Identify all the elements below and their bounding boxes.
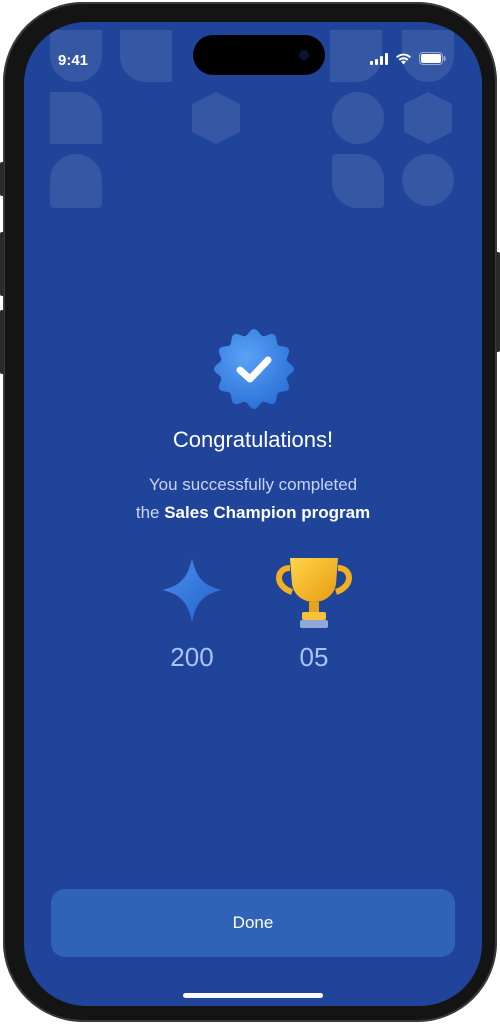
subtitle-line-2: the Sales Champion program [24,499,482,527]
completion-message: You successfully completed the Sales Cha… [24,471,482,527]
signal-icon [370,52,388,65]
power-button [496,252,500,352]
trophies-value: 05 [299,642,329,672]
sparkle-star-icon [162,558,222,622]
trophy-icon [276,558,352,628]
status-time: 9:41 [58,52,89,69]
dynamic-island [193,35,325,75]
points-stat: 200 [142,550,242,672]
hexagon-shape [404,92,452,144]
verified-check-badge-icon [212,327,296,411]
screen: 9:41 Congratulations! You successfully c… [24,22,482,1006]
phone-frame: 9:41 Congratulations! You successfully c… [0,2,500,1022]
volume-down-button [0,310,4,374]
action-button [0,162,4,196]
points-value: 200 [170,642,214,672]
trophies-stat: 05 [264,550,364,672]
wifi-icon [396,53,411,64]
congratulations-title: Congratulations! [172,427,334,452]
program-name: Sales Champion program [164,503,371,522]
home-indicator[interactable] [183,993,323,998]
battery-icon [419,52,446,65]
subtitle-prefix: the [135,503,160,522]
subtitle-line-1: You successfully completed [148,475,358,494]
camera-icon [299,50,309,60]
done-button[interactable]: Done [51,889,455,957]
status-icons [370,52,446,65]
hexagon-shape [192,92,240,144]
volume-up-button [0,232,4,296]
